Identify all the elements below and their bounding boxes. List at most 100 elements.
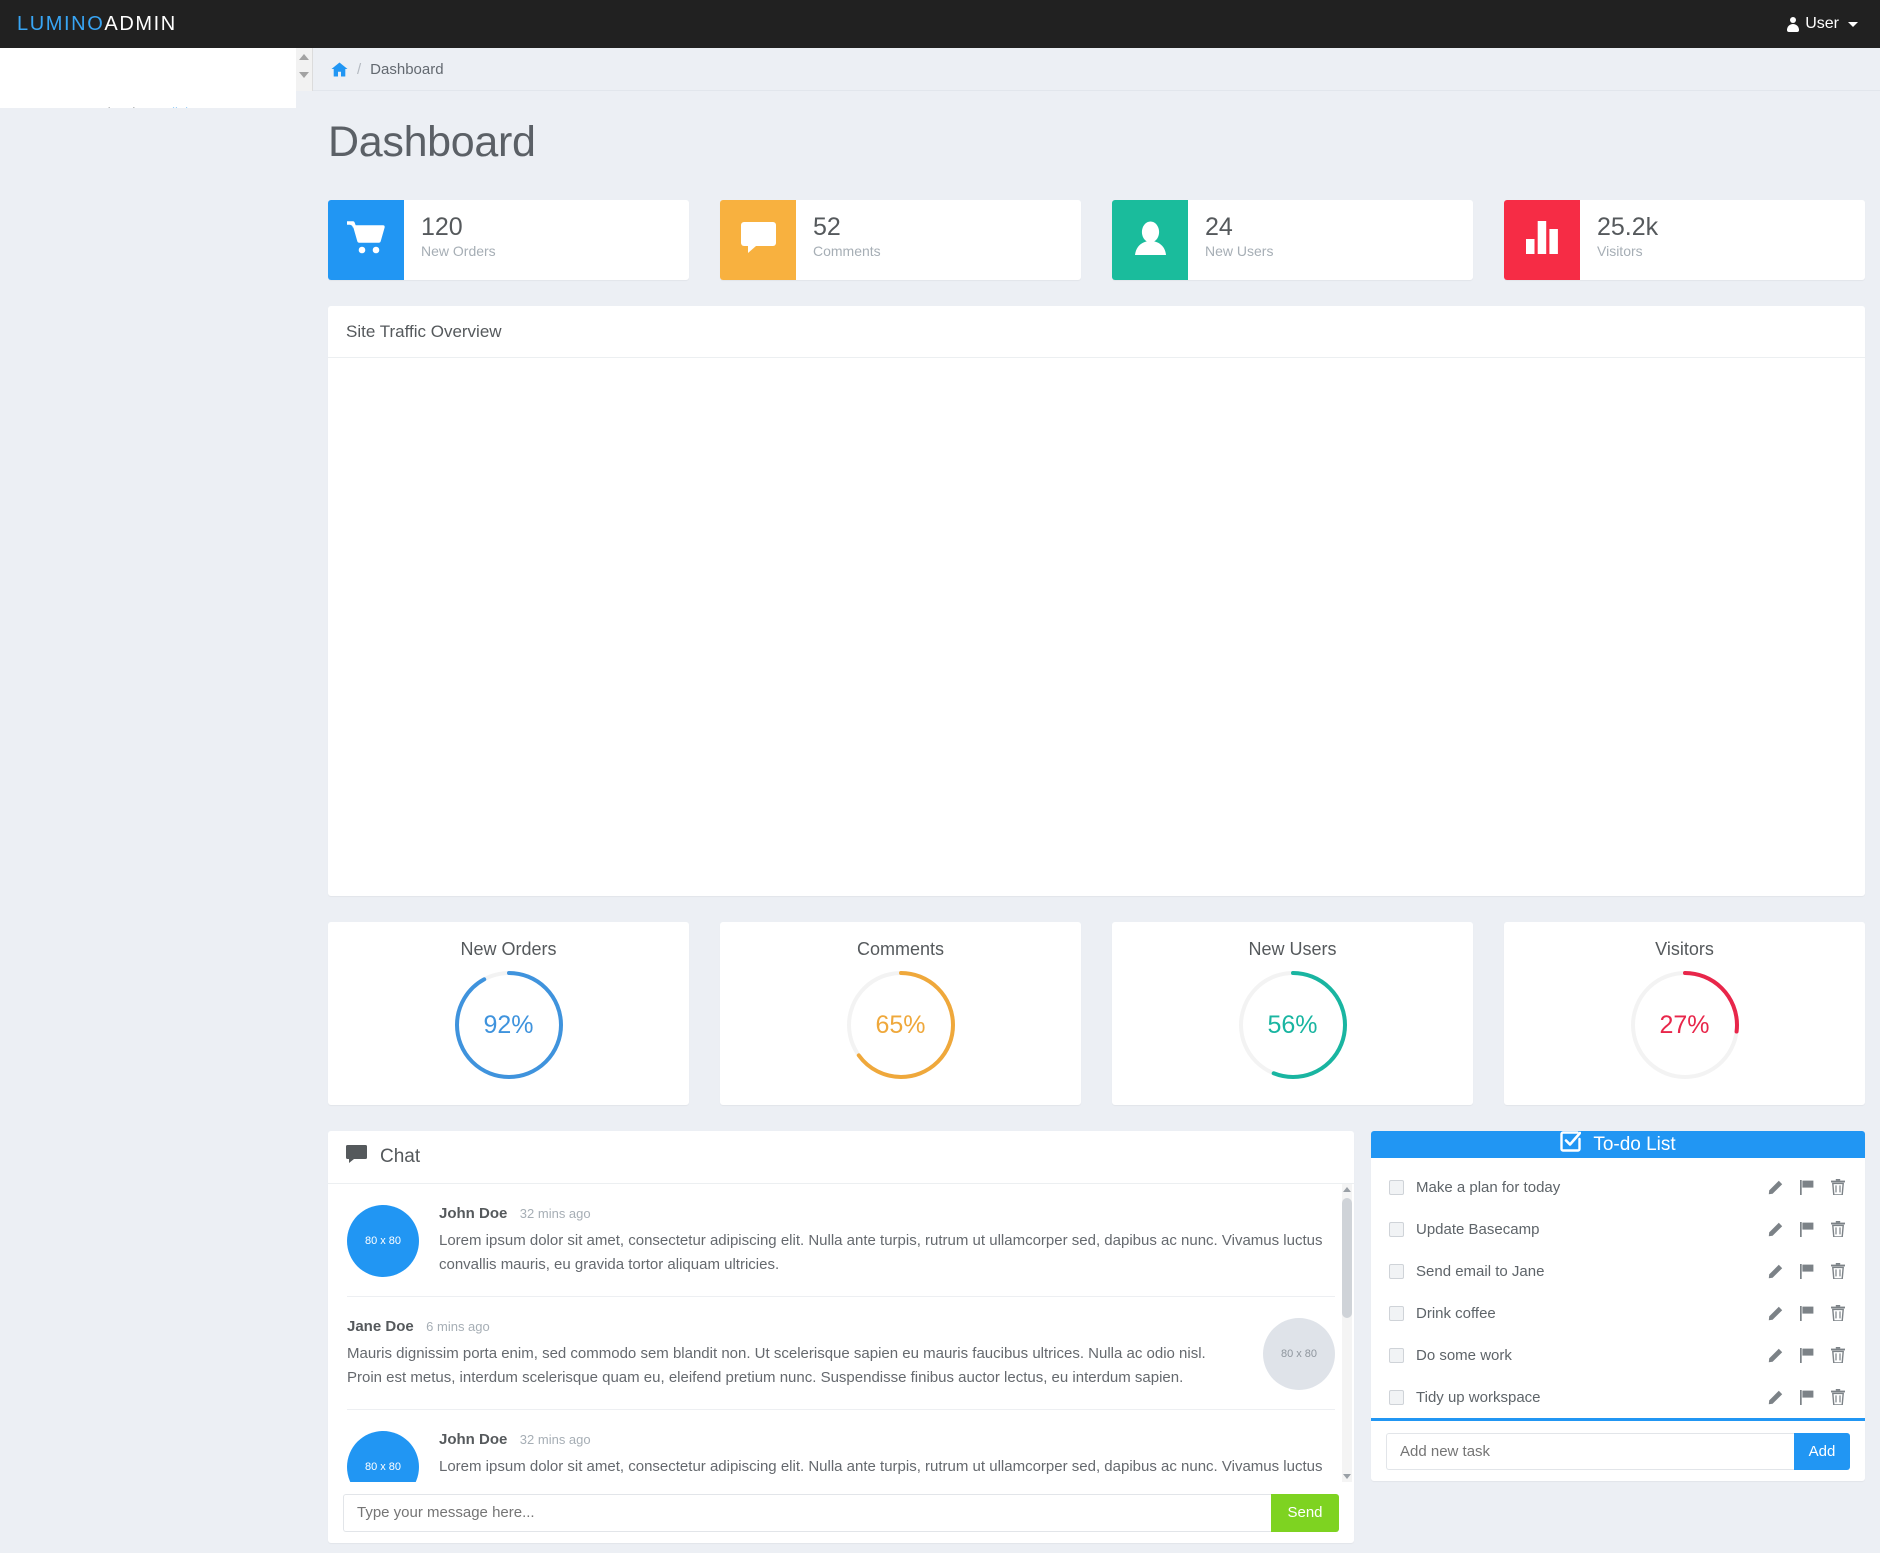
chat-scroll-down-icon[interactable] bbox=[1343, 1474, 1351, 1479]
pencil-icon[interactable] bbox=[1768, 1306, 1783, 1321]
chat-message: 80 x 80 John Doe 32 mins ago Lorem ipsum… bbox=[347, 1184, 1335, 1297]
chat-scroll-up-icon[interactable] bbox=[1343, 1187, 1351, 1192]
todo-item-label: Send email to Jane bbox=[1416, 1262, 1545, 1280]
donut-chart: 65% bbox=[844, 968, 958, 1082]
todo-checkbox[interactable] bbox=[1389, 1347, 1404, 1363]
todo-header: To-do List bbox=[1371, 1131, 1865, 1158]
todo-footer: Add bbox=[1371, 1418, 1865, 1483]
trash-icon[interactable] bbox=[1831, 1263, 1845, 1279]
stat-card-new-users[interactable]: 24 New Users bbox=[1112, 200, 1473, 280]
donut-percent: 92% bbox=[483, 1010, 534, 1039]
chat-message-input[interactable] bbox=[343, 1493, 1271, 1532]
chat-panel: Chat 80 x 80 John Doe 32 mins ago Lorem … bbox=[328, 1131, 1354, 1543]
home-icon[interactable] bbox=[331, 62, 348, 77]
trash-icon[interactable] bbox=[1831, 1221, 1845, 1237]
donut-percent: 56% bbox=[1267, 1010, 1318, 1039]
chat-message-meta: John Doe 32 mins ago bbox=[439, 1205, 1335, 1223]
todo-title: To-do List bbox=[1593, 1133, 1676, 1155]
site-traffic-header: Site Traffic Overview bbox=[328, 306, 1865, 358]
stat-body: 120 New Orders bbox=[404, 200, 689, 280]
new-task-input[interactable] bbox=[1386, 1433, 1794, 1470]
todo-item-actions bbox=[1768, 1389, 1845, 1405]
todo-checkbox[interactable] bbox=[1389, 1305, 1404, 1321]
chat-messages[interactable]: 80 x 80 John Doe 32 mins ago Lorem ipsum… bbox=[328, 1184, 1354, 1482]
site-traffic-chart-area bbox=[328, 358, 1865, 895]
donut-card-visitors: Visitors 27% bbox=[1504, 922, 1865, 1105]
todo-item-label: Drink coffee bbox=[1416, 1304, 1496, 1322]
todo-items: Make a plan for today Update Basecamp Se… bbox=[1371, 1158, 1865, 1418]
user-menu-label: User bbox=[1805, 15, 1839, 32]
donut-chart: 92% bbox=[452, 968, 566, 1082]
flag-icon[interactable] bbox=[1800, 1221, 1814, 1237]
todo-item[interactable]: Tidy up workspace bbox=[1371, 1376, 1865, 1418]
chat-message-author: John Doe bbox=[439, 1431, 508, 1448]
brand-logo[interactable]: LUMINOADMIN bbox=[17, 13, 177, 36]
stat-icon-bg bbox=[1112, 200, 1188, 280]
flag-icon[interactable] bbox=[1800, 1179, 1814, 1195]
pencil-icon[interactable] bbox=[1768, 1264, 1783, 1279]
chat-message-author: Jane Doe bbox=[347, 1318, 414, 1335]
todo-item-label: Tidy up workspace bbox=[1416, 1388, 1541, 1406]
stat-value: 25.2k bbox=[1597, 213, 1659, 241]
stat-label: New Orders bbox=[421, 243, 496, 260]
flag-icon[interactable] bbox=[1800, 1305, 1814, 1321]
brand-logo-part1: LUMINO bbox=[17, 12, 105, 35]
stat-card-comments[interactable]: 52 Comments bbox=[720, 200, 1081, 280]
donut-title: Comments bbox=[856, 939, 945, 959]
todo-panel: To-do List Make a plan for today Update … bbox=[1371, 1131, 1865, 1481]
add-task-button[interactable]: Add bbox=[1794, 1433, 1850, 1470]
stat-body: 24 New Users bbox=[1188, 200, 1473, 280]
site-traffic-title: Site Traffic Overview bbox=[346, 321, 502, 341]
todo-checkbox[interactable] bbox=[1389, 1389, 1404, 1405]
todo-checkbox[interactable] bbox=[1389, 1221, 1404, 1237]
donut-cards-row: New Orders 92% Comments 65% New Users 56… bbox=[328, 922, 1865, 1105]
pencil-icon[interactable] bbox=[1768, 1348, 1783, 1363]
stat-value: 120 bbox=[421, 213, 463, 241]
todo-checkbox[interactable] bbox=[1389, 1179, 1404, 1195]
chat-message-meta: Jane Doe 6 mins ago bbox=[347, 1318, 1243, 1336]
shopping-cart-icon bbox=[347, 220, 385, 260]
bar-chart-icon bbox=[1525, 221, 1559, 259]
flag-icon[interactable] bbox=[1800, 1263, 1814, 1279]
trash-icon[interactable] bbox=[1831, 1347, 1845, 1363]
stat-card-visitors[interactable]: 25.2k Visitors bbox=[1504, 200, 1865, 280]
user-menu-button[interactable]: User bbox=[1786, 15, 1858, 33]
todo-checkbox[interactable] bbox=[1389, 1263, 1404, 1279]
sidebar-scrollbar[interactable] bbox=[296, 48, 313, 91]
donut-title: Visitors bbox=[1655, 939, 1714, 959]
chat-message-time: 32 mins ago bbox=[519, 1206, 591, 1221]
donut-percent: 27% bbox=[1659, 1010, 1710, 1039]
sidebar: Template by Medialoot bbox=[0, 48, 296, 108]
stat-card-new-orders[interactable]: 120 New Orders bbox=[328, 200, 689, 280]
donut-card-comments: Comments 65% bbox=[720, 922, 1081, 1105]
pencil-icon[interactable] bbox=[1768, 1180, 1783, 1195]
chat-message-text: Lorem ipsum dolor sit amet, consectetur … bbox=[439, 1458, 1323, 1482]
todo-item[interactable]: Do some work bbox=[1371, 1334, 1865, 1376]
chat-bubble-icon bbox=[346, 1145, 367, 1169]
chat-scrollbar-thumb[interactable] bbox=[1342, 1198, 1352, 1318]
donut-percent: 65% bbox=[875, 1010, 926, 1039]
flag-icon[interactable] bbox=[1800, 1389, 1814, 1405]
flag-icon[interactable] bbox=[1800, 1347, 1814, 1363]
trash-icon[interactable] bbox=[1831, 1305, 1845, 1321]
todo-item-label: Make a plan for today bbox=[1416, 1178, 1561, 1196]
chat-message-content: John Doe 32 mins ago Lorem ipsum dolor s… bbox=[439, 1205, 1335, 1277]
todo-item[interactable]: Send email to Jane bbox=[1371, 1250, 1865, 1292]
todo-item-actions bbox=[1768, 1347, 1845, 1363]
todo-item-actions bbox=[1768, 1263, 1845, 1279]
scroll-down-arrow-icon[interactable] bbox=[299, 72, 309, 78]
pencil-icon[interactable] bbox=[1768, 1222, 1783, 1237]
todo-item[interactable]: Make a plan for today bbox=[1371, 1166, 1865, 1208]
pencil-icon[interactable] bbox=[1768, 1390, 1783, 1405]
todo-item[interactable]: Update Basecamp bbox=[1371, 1208, 1865, 1250]
scroll-up-arrow-icon[interactable] bbox=[299, 54, 309, 60]
chat-message-time: 32 mins ago bbox=[519, 1432, 591, 1447]
chat-message-content: John Doe 32 mins ago Lorem ipsum dolor s… bbox=[439, 1431, 1335, 1482]
medialoot-link[interactable]: Medialoot bbox=[150, 105, 206, 108]
trash-icon[interactable] bbox=[1831, 1389, 1845, 1405]
trash-icon[interactable] bbox=[1831, 1179, 1845, 1195]
page-title: Dashboard bbox=[328, 118, 536, 166]
stat-icon-bg bbox=[1504, 200, 1580, 280]
todo-item[interactable]: Drink coffee bbox=[1371, 1292, 1865, 1334]
send-button[interactable]: Send bbox=[1271, 1493, 1339, 1532]
